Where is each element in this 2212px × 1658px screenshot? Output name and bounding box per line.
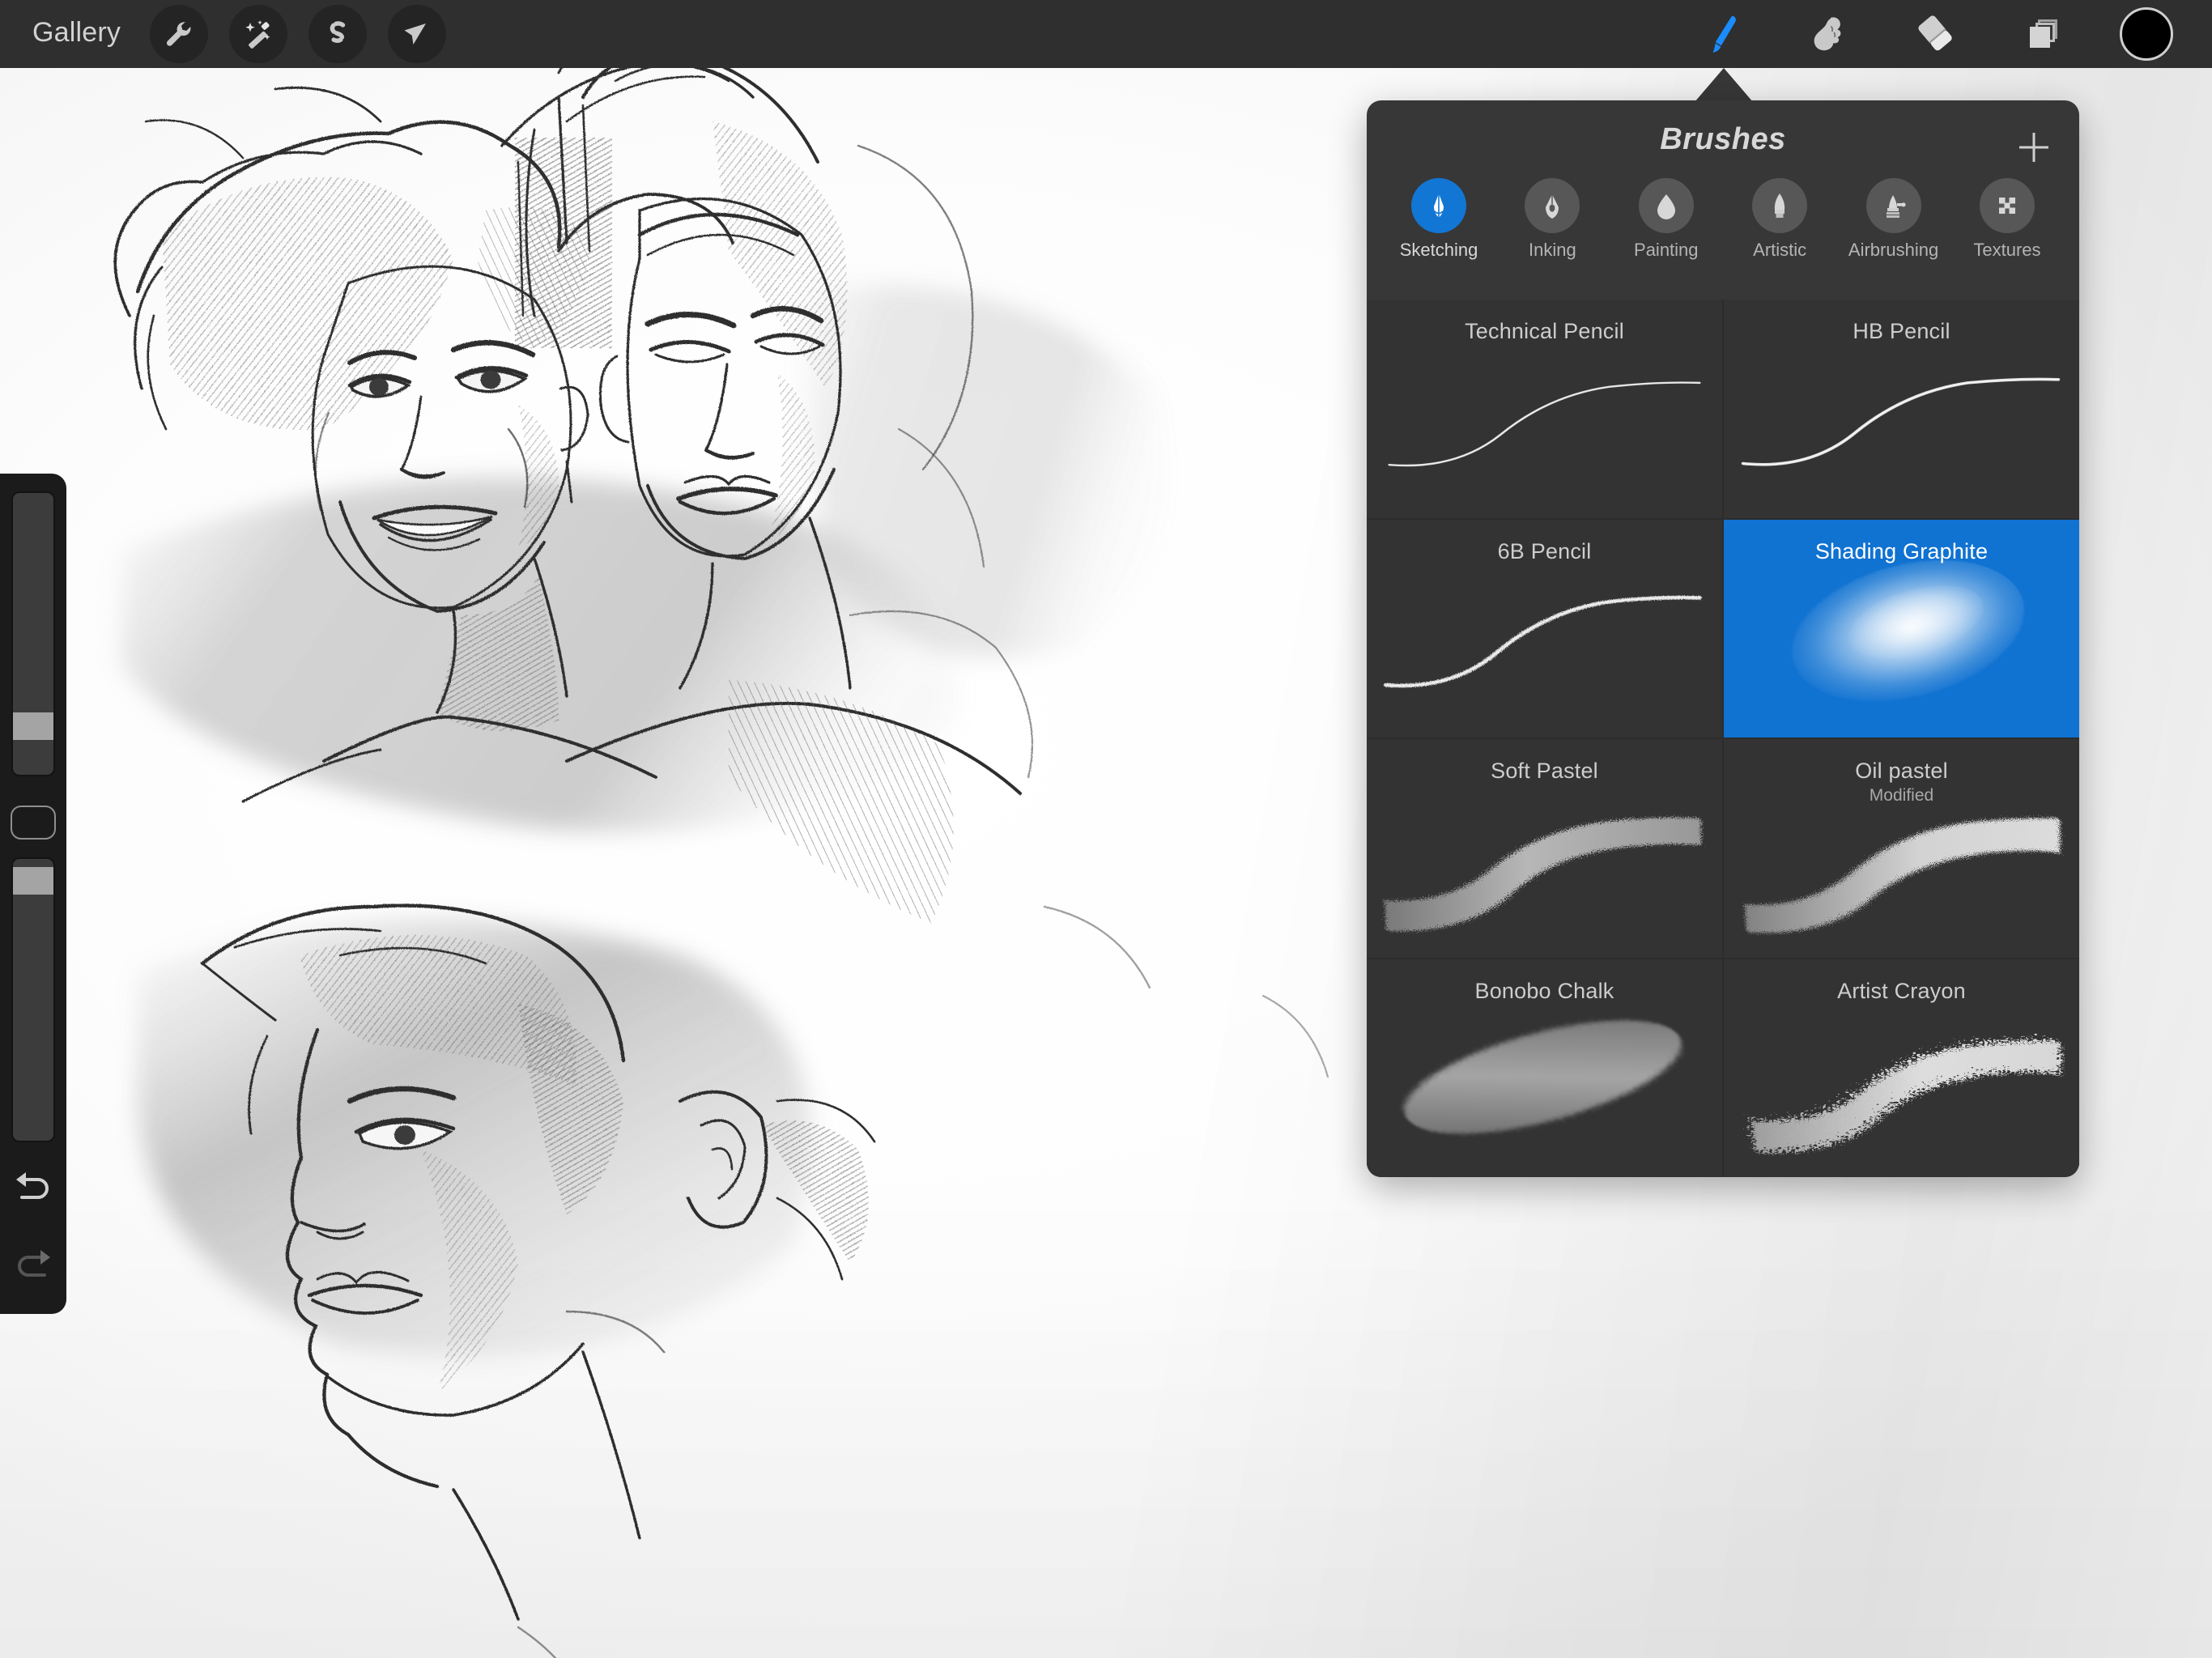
brushes-panel-title: Brushes [1660, 121, 1786, 156]
redo-button[interactable] [8, 1244, 58, 1286]
transform-arrow-icon[interactable] [388, 5, 447, 63]
paint-drop-icon [1638, 178, 1694, 233]
brushes-panel-header: Brushes [1367, 100, 2079, 178]
brush-category-painting[interactable]: Painting [1619, 178, 1714, 261]
brush-category-label: Artistic [1753, 240, 1807, 260]
brushes-panel: Brushes Sketching Inking Painting Artist… [1367, 100, 2079, 1177]
brush-item-soft-pastel[interactable]: Soft Pastel [1367, 739, 1722, 958]
brush-category-label: Textures [1973, 240, 2041, 260]
brush-item-hb-pencil[interactable]: HB Pencil [1724, 300, 2079, 518]
paint-brush-icon[interactable] [1692, 4, 1752, 64]
brush-stroke-preview [1724, 300, 2079, 518]
brush-stroke-preview [1367, 520, 1722, 738]
brush-tip-icon [1752, 178, 1808, 233]
opacity-thumb[interactable] [13, 867, 53, 895]
smudge-finger-icon[interactable] [1799, 4, 1859, 64]
modify-button[interactable] [11, 806, 56, 840]
top-toolbar-right-group [1692, 4, 2194, 64]
brushes-panel-pointer [1695, 68, 1753, 102]
texture-dots-icon [1979, 178, 2035, 233]
artwork-sketches [0, 49, 1425, 1658]
brush-stroke-preview [1367, 739, 1722, 958]
brush-item-bonobo-chalk[interactable]: Bonobo Chalk [1367, 959, 1722, 1178]
brush-stroke-preview [1367, 300, 1722, 518]
brush-item-6b-pencil[interactable]: 6B Pencil [1367, 519, 1722, 738]
nib-icon [1525, 178, 1580, 233]
layers-icon[interactable] [2013, 4, 2073, 64]
brush-category-textures[interactable]: Textures [1959, 178, 2055, 261]
brush-size-thumb[interactable] [13, 712, 53, 741]
procreate-app: Gallery Brushes Sketching Inking Paintin… [0, 0, 2212, 1658]
opacity-slider[interactable] [11, 857, 55, 1142]
brush-category-label: Painting [1634, 240, 1699, 260]
undo-redo-group [8, 1167, 58, 1286]
actions-wrench-icon[interactable] [150, 5, 209, 63]
brush-stroke-preview [1724, 739, 2079, 958]
color-swatch[interactable] [2120, 7, 2173, 61]
brush-category-tabs: Sketching Inking Painting Artistic Airbr… [1367, 178, 2079, 300]
brush-item-artist-crayon[interactable]: Artist Crayon [1724, 959, 2079, 1178]
brush-category-label: Airbrushing [1848, 240, 1939, 260]
brush-item-technical-pencil[interactable]: Technical Pencil [1367, 300, 1722, 518]
pencil-tip-icon [1411, 178, 1466, 233]
left-sidebar [0, 474, 66, 1314]
brush-stroke-preview [1724, 959, 2079, 1178]
brush-item-shading-graphite[interactable]: Shading Graphite [1724, 519, 2079, 738]
top-toolbar: Gallery [0, 0, 2212, 68]
add-brush-icon[interactable] [2011, 125, 2057, 170]
brush-stroke-preview [1724, 520, 2079, 738]
undo-button[interactable] [8, 1167, 58, 1209]
brush-size-slider[interactable] [11, 491, 55, 776]
eraser-icon[interactable] [1906, 4, 1966, 64]
brush-category-artistic[interactable]: Artistic [1732, 178, 1827, 261]
brush-list: Technical Pencil HB Pencil 6B Pencil Sha… [1367, 300, 2079, 1177]
brush-category-sketching[interactable]: Sketching [1391, 178, 1487, 261]
adjustments-wand-icon[interactable] [229, 5, 288, 63]
airbrush-icon [1865, 178, 1921, 233]
brush-category-airbrushing[interactable]: Airbrushing [1846, 178, 1942, 261]
brush-item-oil-pastel[interactable]: Oil pastel Modified [1724, 739, 2079, 958]
brush-category-inking[interactable]: Inking [1504, 178, 1600, 261]
gallery-button[interactable]: Gallery [32, 14, 129, 55]
selection-icon[interactable] [308, 5, 368, 63]
brush-category-label: Sketching [1399, 240, 1478, 260]
brush-category-label: Inking [1529, 240, 1576, 260]
top-toolbar-left-group: Gallery [32, 5, 447, 63]
brush-stroke-preview [1367, 959, 1722, 1178]
